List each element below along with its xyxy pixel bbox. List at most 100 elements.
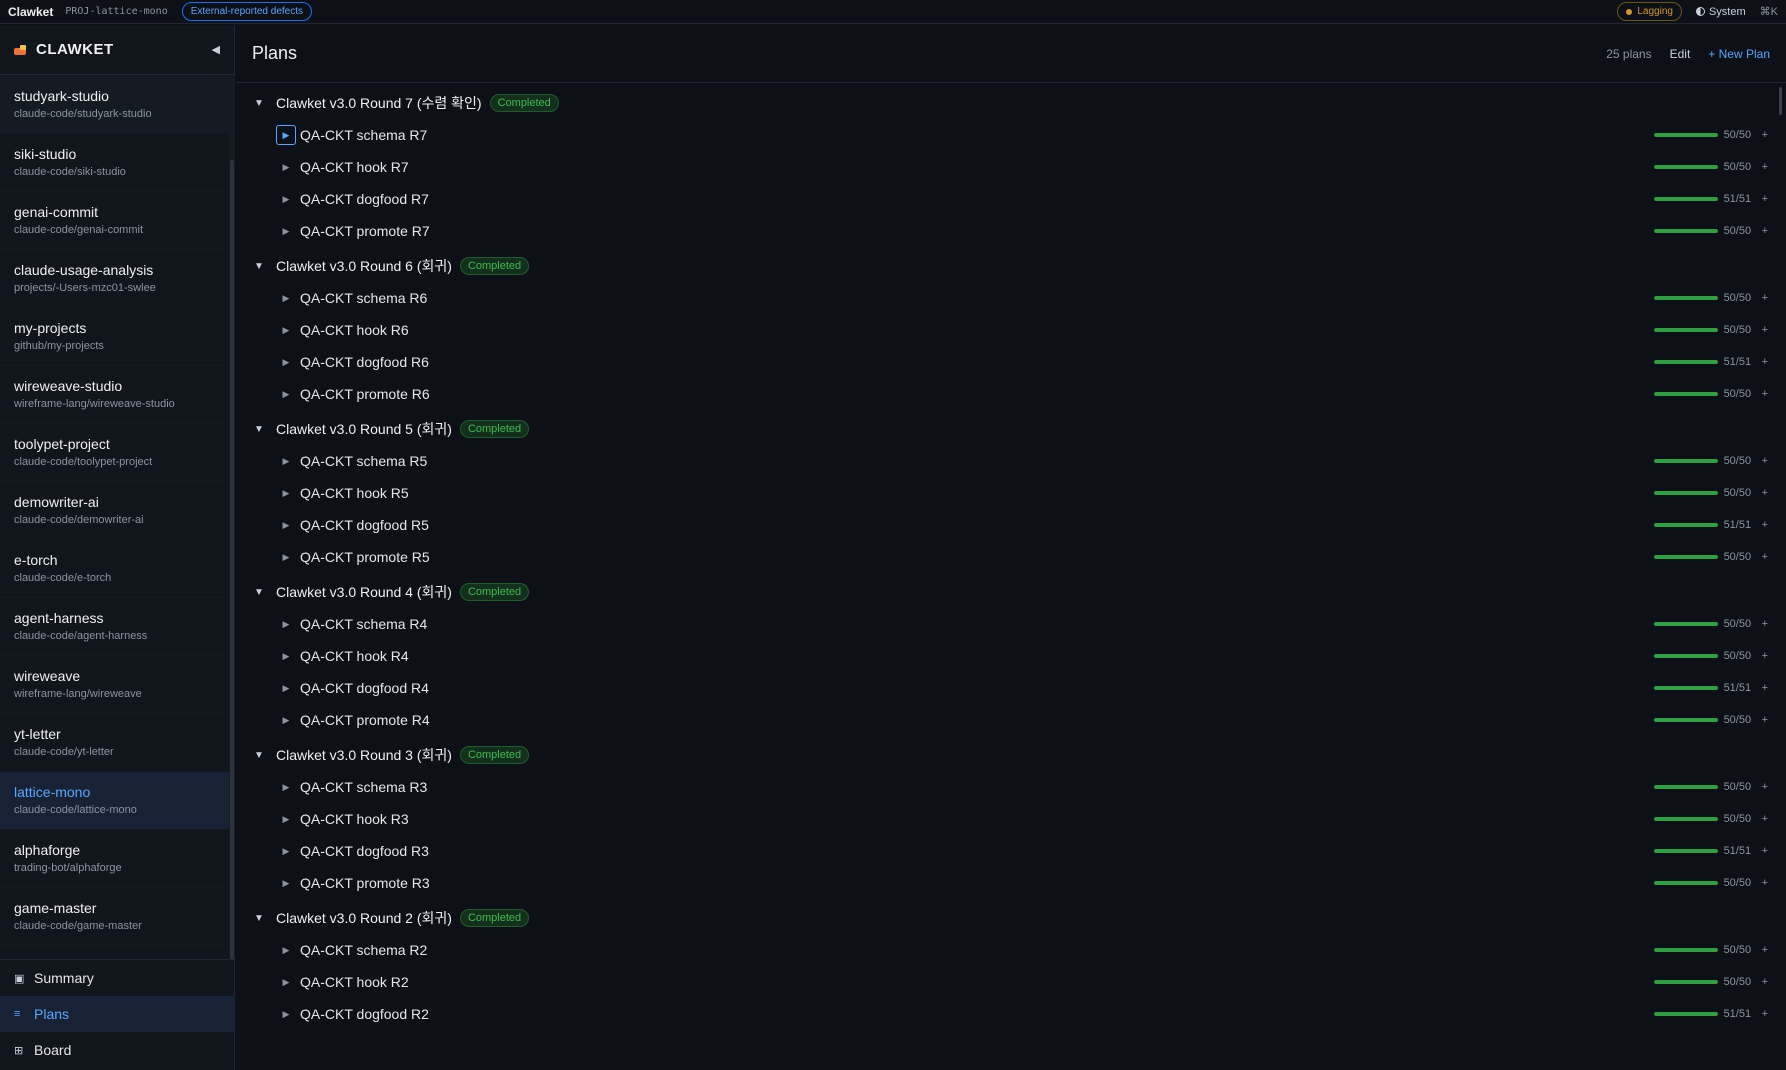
plus-icon[interactable]: + — [1762, 877, 1768, 889]
caret-down-icon[interactable]: ▼ — [254, 98, 270, 109]
plan-row[interactable]: ▶ QA-CKT promote R6 50/50 + — [236, 378, 1786, 410]
plan-group-header[interactable]: ▼ Clawket v3.0 Round 3 (회귀) Completed — [236, 739, 1786, 771]
plus-icon[interactable]: + — [1762, 944, 1768, 956]
plus-icon[interactable]: + — [1762, 813, 1768, 825]
plan-row[interactable]: ▶ QA-CKT schema R5 50/50 + — [236, 445, 1786, 477]
caret-down-icon[interactable]: ▼ — [254, 424, 270, 435]
caret-right-icon[interactable]: ▶ — [276, 646, 296, 666]
caret-right-icon[interactable]: ▶ — [276, 809, 296, 829]
plus-icon[interactable]: + — [1762, 1008, 1768, 1020]
command-shortcut[interactable]: ⌘K — [1760, 5, 1778, 18]
edit-button[interactable]: Edit — [1670, 47, 1691, 61]
plus-icon[interactable]: + — [1762, 487, 1768, 499]
plan-group-header[interactable]: ▼ Clawket v3.0 Round 4 (회귀) Completed — [236, 576, 1786, 608]
plus-icon[interactable]: + — [1762, 976, 1768, 988]
caret-right-icon[interactable]: ▶ — [276, 710, 296, 730]
plan-group-header[interactable]: ▼ Clawket v3.0 Round 6 (회귀) Completed — [236, 250, 1786, 282]
sidebar-item-lattice-mono[interactable]: lattice-mono claude-code/lattice-mono — [0, 772, 229, 830]
caret-right-icon[interactable]: ▶ — [276, 320, 296, 340]
collapse-sidebar-button[interactable]: ◀ — [212, 43, 220, 56]
plus-icon[interactable]: + — [1762, 292, 1768, 304]
caret-right-icon[interactable]: ▶ — [276, 678, 296, 698]
plus-icon[interactable]: + — [1762, 714, 1768, 726]
sidebar-item-my-projects[interactable]: my-projects github/my-projects — [0, 308, 229, 366]
caret-right-icon[interactable]: ▶ — [276, 1004, 296, 1024]
sidebar-item-wireweave-studio[interactable]: wireweave-studio wireframe-lang/wireweave… — [0, 366, 229, 424]
sidebar-item-genai-commit[interactable]: genai-commit claude-code/genai-commit — [0, 192, 229, 250]
plus-icon[interactable]: + — [1762, 161, 1768, 173]
sidebar-item-claude-usage-analysis[interactable]: claude-usage-analysis projects/-Users-mzc… — [0, 250, 229, 308]
plan-row[interactable]: ▶ QA-CKT schema R2 50/50 + — [236, 934, 1786, 966]
plan-row[interactable]: ▶ QA-CKT dogfood R6 51/51 + — [236, 346, 1786, 378]
theme-toggle[interactable]: System — [1695, 6, 1746, 18]
plus-icon[interactable]: + — [1762, 324, 1768, 336]
plus-icon[interactable]: + — [1762, 388, 1768, 400]
plan-row[interactable]: ▶ QA-CKT dogfood R7 51/51 + — [236, 183, 1786, 215]
plus-icon[interactable]: + — [1762, 650, 1768, 662]
plan-group-header[interactable]: ▼ Clawket v3.0 Round 2 (회귀) Completed — [236, 902, 1786, 934]
plus-icon[interactable]: + — [1762, 682, 1768, 694]
plus-icon[interactable]: + — [1762, 519, 1768, 531]
sidebar-item-game-master[interactable]: game-master claude-code/game-master — [0, 888, 229, 946]
caret-right-icon[interactable]: ▶ — [276, 189, 296, 209]
main-scrollbar-thumb[interactable] — [1779, 87, 1782, 115]
caret-right-icon[interactable]: ▶ — [276, 614, 296, 634]
plan-row[interactable]: ▶ QA-CKT dogfood R3 51/51 + — [236, 835, 1786, 867]
caret-right-icon[interactable]: ▶ — [276, 515, 296, 535]
plus-icon[interactable]: + — [1762, 225, 1768, 237]
caret-down-icon[interactable]: ▼ — [254, 913, 270, 924]
filter-badge[interactable]: External-reported defects — [181, 2, 312, 21]
caret-right-icon[interactable]: ▶ — [276, 157, 296, 177]
nav-item-summary[interactable]: ▣ Summary — [0, 960, 235, 996]
plus-icon[interactable]: + — [1762, 455, 1768, 467]
plan-row[interactable]: ▶ QA-CKT hook R3 50/50 + — [236, 803, 1786, 835]
plus-icon[interactable]: + — [1762, 193, 1768, 205]
plan-row[interactable]: ▶ QA-CKT schema R6 50/50 + — [236, 282, 1786, 314]
plus-icon[interactable]: + — [1762, 356, 1768, 368]
caret-down-icon[interactable]: ▼ — [254, 261, 270, 272]
caret-right-icon[interactable]: ▶ — [276, 841, 296, 861]
plan-row[interactable]: ▶ QA-CKT hook R5 50/50 + — [236, 477, 1786, 509]
new-plan-button[interactable]: + New Plan — [1708, 47, 1770, 61]
sidebar-item-yt-letter[interactable]: yt-letter claude-code/yt-letter — [0, 714, 229, 772]
plan-row[interactable]: ▶ QA-CKT promote R3 50/50 + — [236, 867, 1786, 899]
plan-row[interactable]: ▶ QA-CKT schema R4 50/50 + — [236, 608, 1786, 640]
plan-row[interactable]: ▶ QA-CKT dogfood R5 51/51 + — [236, 509, 1786, 541]
plus-icon[interactable]: + — [1762, 845, 1768, 857]
caret-right-icon[interactable]: ▶ — [276, 972, 296, 992]
caret-right-icon[interactable]: ▶ — [276, 288, 296, 308]
plan-row[interactable]: ▶ QA-CKT promote R7 50/50 + — [236, 215, 1786, 247]
plan-row[interactable]: ▶ QA-CKT promote R4 50/50 + — [236, 704, 1786, 736]
plus-icon[interactable]: + — [1762, 129, 1768, 141]
plan-group-header[interactable]: ▼ Clawket v3.0 Round 5 (회귀) Completed — [236, 413, 1786, 445]
caret-right-icon[interactable]: ▶ — [276, 451, 296, 471]
plan-row[interactable]: ▶ QA-CKT schema R3 50/50 + — [236, 771, 1786, 803]
caret-down-icon[interactable]: ▼ — [254, 587, 270, 598]
caret-right-icon[interactable]: ▶ — [276, 873, 296, 893]
plus-icon[interactable]: + — [1762, 781, 1768, 793]
plan-row[interactable]: ▶ QA-CKT promote R5 50/50 + — [236, 541, 1786, 573]
sidebar-item-demowriter-ai[interactable]: demowriter-ai claude-code/demowriter-ai — [0, 482, 229, 540]
plan-group-header[interactable]: ▼ Clawket v3.0 Round 7 (수렴 확인) Completed — [236, 87, 1786, 119]
caret-right-icon[interactable]: ▶ — [276, 483, 296, 503]
lagging-badge[interactable]: Lagging — [1617, 2, 1682, 21]
caret-right-icon[interactable]: ▶ — [276, 221, 296, 241]
sidebar-item-toolypet-project[interactable]: toolypet-project claude-code/toolypet-pro… — [0, 424, 229, 482]
plan-row[interactable]: ▶ QA-CKT schema R7 50/50 + — [236, 119, 1786, 151]
plan-row[interactable]: ▶ QA-CKT hook R4 50/50 + — [236, 640, 1786, 672]
sidebar-item-studyark-studio[interactable]: studyark-studio claude-code/studyark-stud… — [0, 76, 229, 134]
sidebar-item-alphaforge[interactable]: alphaforge trading-bot/alphaforge — [0, 830, 229, 888]
plus-icon[interactable]: + — [1762, 551, 1768, 563]
caret-right-icon[interactable]: ▶ — [276, 384, 296, 404]
nav-item-board[interactable]: ⊞ Board — [0, 1032, 235, 1068]
caret-right-icon[interactable]: ▶ — [276, 777, 296, 797]
sidebar-scrollbar-thumb[interactable] — [230, 160, 234, 960]
plan-row[interactable]: ▶ QA-CKT dogfood R2 51/51 + — [236, 998, 1786, 1030]
plan-row[interactable]: ▶ QA-CKT hook R2 50/50 + — [236, 966, 1786, 998]
sidebar-item-siki-studio[interactable]: siki-studio claude-code/siki-studio — [0, 134, 229, 192]
caret-right-icon[interactable]: ▶ — [276, 940, 296, 960]
caret-right-icon[interactable]: ▶ — [276, 352, 296, 372]
plan-row[interactable]: ▶ QA-CKT dogfood R4 51/51 + — [236, 672, 1786, 704]
sidebar-item-agent-harness[interactable]: agent-harness claude-code/agent-harness — [0, 598, 229, 656]
plan-row[interactable]: ▶ QA-CKT hook R6 50/50 + — [236, 314, 1786, 346]
